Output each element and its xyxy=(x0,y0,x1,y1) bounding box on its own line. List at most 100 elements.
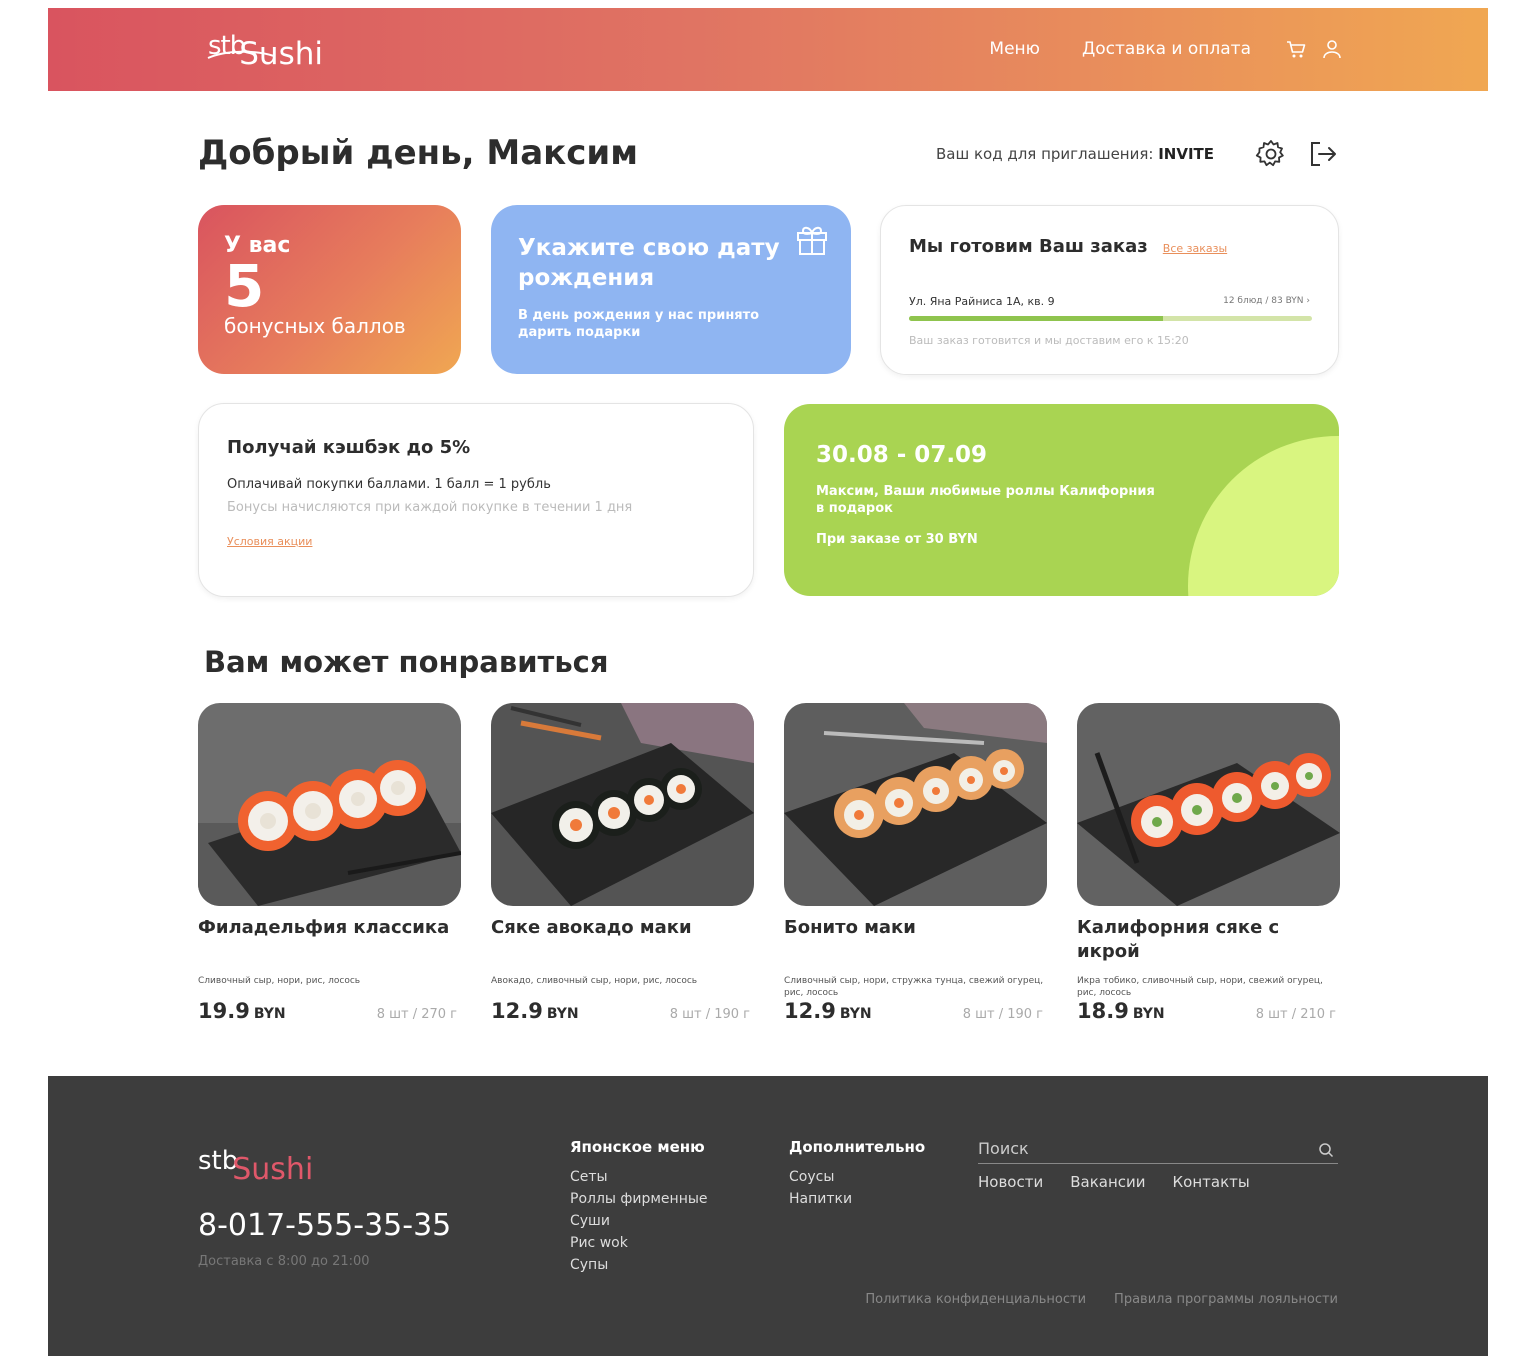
product-card[interactable]: Филадельфия классика Сливочный сыр, нори… xyxy=(198,703,461,1023)
logo[interactable]: stbSushi xyxy=(207,30,329,72)
product-description: Икра тобико, сливочный сыр, нори, свежий… xyxy=(1077,976,1323,998)
cashback-title: Получай кэшбэк до 5% xyxy=(227,437,471,458)
cashback-card: Получай кэшбэк до 5% Оплачивай покупки б… xyxy=(198,403,754,597)
footer-col-title: Японское меню xyxy=(570,1138,705,1156)
footer-phone[interactable]: 8-017-555-35-35 xyxy=(198,1208,451,1243)
price-value: 19.9 xyxy=(198,999,250,1023)
footer-legal: Политика конфиденциальности Правила прог… xyxy=(837,1292,1338,1307)
footer-logo[interactable]: stbSushi xyxy=(198,1146,319,1187)
promo-card[interactable]: 30.08 - 07.09 Максим, Ваши любимые роллы… xyxy=(784,404,1339,596)
loyalty-rules-link[interactable]: Правила программы лояльности xyxy=(1114,1292,1338,1307)
price-currency: BYN xyxy=(839,1006,872,1022)
birthday-title: Укажите свою дату рождения xyxy=(518,235,780,291)
cashback-line2: Бонусы начисляются при каждой покупке в … xyxy=(227,500,633,515)
invite-label: Ваш код для приглашения: xyxy=(936,145,1154,163)
promo-content: 30.08 - 07.09 Максим, Ваши любимые роллы… xyxy=(816,442,1307,547)
order-progress-bar xyxy=(909,316,1312,321)
product-price-row: 19.9 BYN 8 шт / 270 г xyxy=(198,999,461,1023)
product-price-row: 12.9 BYN 8 шт / 190 г xyxy=(784,999,1047,1023)
footer-extra-column: Дополнительно Соусы Напитки xyxy=(789,1138,925,1210)
bonus-card: У вас 5 бонусных баллов xyxy=(198,205,461,374)
footer-logo-sushi: Sushi xyxy=(232,1152,314,1187)
cashback-line1: Оплачивай покупки баллами. 1 балл = 1 ру… xyxy=(227,477,551,492)
birthday-subtitle: В день рождения у нас принято дарить под… xyxy=(518,308,760,340)
product-name[interactable]: Филадельфия классика xyxy=(198,916,461,964)
product-weight: 8 шт / 270 г xyxy=(376,1007,457,1022)
search-input[interactable] xyxy=(978,1139,1298,1158)
price-value: 12.9 xyxy=(784,999,836,1023)
footer-links: Новости Вакансии Контакты xyxy=(978,1173,1277,1191)
main-nav: Меню Доставка и оплата xyxy=(947,38,1343,60)
product-image[interactable] xyxy=(784,703,1047,906)
footer-link-rice-wok[interactable]: Рис wok xyxy=(570,1232,708,1254)
order-meta[interactable]: 12 блюд / 83 BYN › xyxy=(1223,296,1310,306)
footer-link-sets[interactable]: Сеты xyxy=(570,1166,708,1188)
product-price: 12.9 BYN xyxy=(491,999,579,1023)
product-name[interactable]: Калифорния сяке с икрой xyxy=(1077,916,1340,964)
promo-line2: При заказе от 30 BYN xyxy=(816,532,978,547)
footer-link-soups[interactable]: Супы xyxy=(570,1254,708,1276)
product-card[interactable]: Бонито маки Сливочный сыр, нори, стружка… xyxy=(784,703,1047,1023)
order-address: Ул. Яна Райниса 1А, кв. 9 xyxy=(909,295,1055,308)
cart-icon[interactable] xyxy=(1285,38,1307,60)
price-value: 18.9 xyxy=(1077,999,1129,1023)
order-title: Мы готовим Ваш заказ xyxy=(909,236,1148,257)
product-description: Сливочный сыр, нори, рис, лосось xyxy=(198,976,361,986)
product-card[interactable]: Сяке авокадо маки Авокадо, сливочный сыр… xyxy=(491,703,754,1023)
product-image[interactable] xyxy=(491,703,754,906)
price-currency: BYN xyxy=(253,1006,286,1022)
promo-dates: 30.08 - 07.09 xyxy=(816,442,988,468)
product-price: 18.9 BYN xyxy=(1077,999,1165,1023)
product-price: 12.9 BYN xyxy=(784,999,872,1023)
product-card[interactable]: Калифорния сяке с икрой Икра тобико, сли… xyxy=(1077,703,1340,1023)
footer-search xyxy=(978,1139,1338,1164)
footer-link-news[interactable]: Новости xyxy=(978,1173,1043,1191)
footer-link-sushi[interactable]: Суши xyxy=(570,1210,708,1232)
footer-hours: Доставка с 8:00 до 21:00 xyxy=(198,1254,370,1269)
logout-icon[interactable] xyxy=(1308,139,1338,169)
nav-menu[interactable]: Меню xyxy=(989,39,1040,59)
gear-icon[interactable] xyxy=(1255,138,1287,170)
search-icon[interactable] xyxy=(1318,1142,1334,1162)
order-meta-text: 12 блюд / 83 BYN xyxy=(1223,296,1304,306)
product-price: 19.9 BYN xyxy=(198,999,286,1023)
bonus-points: 5 xyxy=(224,252,265,320)
product-price-row: 18.9 BYN 8 шт / 210 г xyxy=(1077,999,1340,1023)
recommendations-title: Вам может понравиться xyxy=(204,645,609,679)
invite-code: Ваш код для приглашения: INVITE xyxy=(936,145,1214,163)
footer-link-rolls[interactable]: Роллы фирменные xyxy=(570,1188,708,1210)
birthday-card[interactable]: Укажите свою дату рождения В день рожден… xyxy=(491,205,851,374)
promo-line1: Максим, Ваши любимые роллы Калифорния в … xyxy=(816,484,1155,516)
logo-swoosh xyxy=(207,50,275,59)
product-image[interactable] xyxy=(198,703,461,906)
user-icon[interactable] xyxy=(1321,38,1343,60)
gift-icon xyxy=(795,223,829,261)
product-name[interactable]: Сяке авокадо маки xyxy=(491,916,754,964)
privacy-policy-link[interactable]: Политика конфиденциальности xyxy=(865,1292,1086,1307)
footer-link-sauces[interactable]: Соусы xyxy=(789,1166,925,1188)
footer-link-contacts[interactable]: Контакты xyxy=(1173,1173,1250,1191)
page: stbSushi Меню Доставка и оплата Добрый д… xyxy=(0,0,1536,1362)
product-weight: 8 шт / 210 г xyxy=(1255,1007,1336,1022)
product-image[interactable] xyxy=(1077,703,1340,906)
product-description: Авокадо, сливочный сыр, нори, рис, лосос… xyxy=(491,976,698,986)
nav-delivery[interactable]: Доставка и оплата xyxy=(1082,39,1251,59)
product-price-row: 12.9 BYN 8 шт / 190 г xyxy=(491,999,754,1023)
footer-link-jobs[interactable]: Вакансии xyxy=(1070,1173,1145,1191)
product-weight: 8 шт / 190 г xyxy=(962,1007,1043,1022)
promo-terms-link[interactable]: Условия акции xyxy=(227,535,312,548)
order-progress-fill xyxy=(909,316,1163,321)
product-name[interactable]: Бонито маки xyxy=(784,916,1047,964)
footer-link-drinks[interactable]: Напитки xyxy=(789,1188,925,1210)
all-orders-link[interactable]: Все заказы xyxy=(1163,242,1227,255)
chevron-right-icon: › xyxy=(1306,296,1310,306)
price-currency: BYN xyxy=(1132,1006,1165,1022)
price-currency: BYN xyxy=(546,1006,579,1022)
footer-menu-column: Японское меню Сеты Роллы фирменные Суши … xyxy=(570,1138,708,1276)
product-weight: 8 шт / 190 г xyxy=(669,1007,750,1022)
invite-code-value: INVITE xyxy=(1158,145,1215,163)
order-status-card: Мы готовим Ваш заказ Все заказы Ул. Яна … xyxy=(880,205,1339,375)
site-footer: stbSushi 8-017-555-35-35 Доставка с 8:00… xyxy=(48,1076,1488,1356)
price-value: 12.9 xyxy=(491,999,543,1023)
product-description: Сливочный сыр, нори, стружка тунца, свеж… xyxy=(784,976,1044,998)
